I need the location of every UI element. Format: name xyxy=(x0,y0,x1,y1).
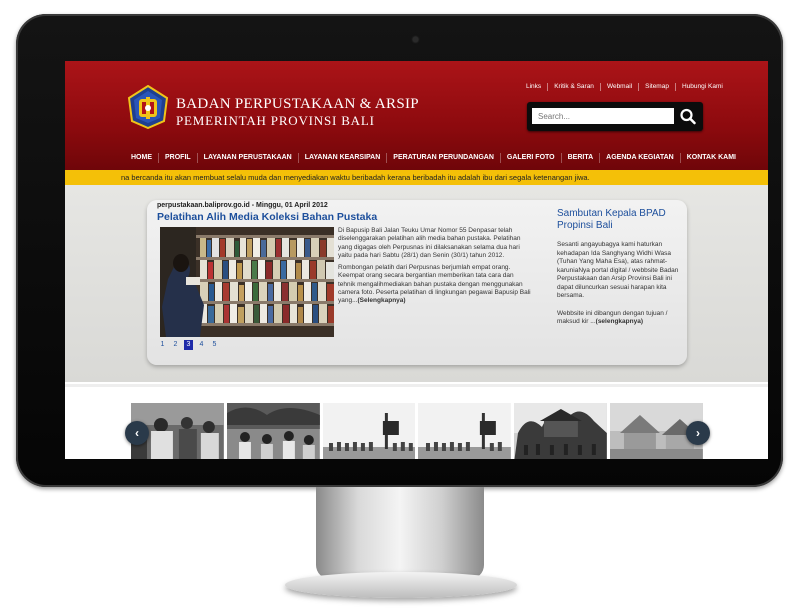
gallery-photo-children[interactable] xyxy=(226,403,320,459)
search-icon[interactable] xyxy=(677,106,699,127)
carousel-prev-button[interactable]: ‹ xyxy=(125,421,149,445)
provincial-crest-icon[interactable] xyxy=(126,85,170,129)
photo-carousel: ‹ › xyxy=(65,384,768,459)
nav-berita[interactable]: BERITA xyxy=(560,153,600,163)
welcome-paragraph-1: Sesanti angayubagya kami haturkan kehada… xyxy=(557,241,679,299)
news-read-more-link[interactable]: (Selengkapnya) xyxy=(358,297,406,304)
link-links[interactable]: Links xyxy=(520,83,547,91)
carousel-track xyxy=(131,403,703,459)
monitor-stand-base xyxy=(285,572,517,598)
news-panel: perpustakaan.baliprov.go.id - Minggu, 01… xyxy=(147,200,687,365)
ticker-text: na bercanda itu akan membuat selalu muda… xyxy=(121,173,590,182)
site-subtitle: PEMERINTAH PROVINSI BALI xyxy=(176,113,375,128)
news-paragraph-1: Di Bapusip Bali Jalan Teuku Umar Nomor 5… xyxy=(338,227,521,259)
monitor-stand-neck xyxy=(316,487,484,579)
news-title[interactable]: Pelatihan Alih Media Koleksi Bahan Pusta… xyxy=(157,211,377,223)
nav-profil[interactable]: PROFIL xyxy=(158,153,197,163)
nav-layanan-kearsipan[interactable]: LAYANAN KEARSIPAN xyxy=(297,153,387,163)
nav-home[interactable]: HOME xyxy=(127,153,158,163)
carousel-next-button[interactable]: › xyxy=(686,421,710,445)
page-4[interactable]: 4 xyxy=(197,340,206,350)
news-body: Di Bapusip Bali Jalan Teuku Umar Nomor 5… xyxy=(338,227,531,310)
search-input[interactable] xyxy=(532,108,674,124)
nav-agenda[interactable]: AGENDA KEGIATAN xyxy=(599,153,680,163)
page-2[interactable]: 2 xyxy=(171,340,180,350)
news-photo[interactable] xyxy=(160,227,334,337)
gallery-photo-field-1[interactable] xyxy=(322,403,416,459)
search-box xyxy=(527,102,703,131)
news-pager: 1 2 3 4 5 xyxy=(158,340,223,350)
welcome-title[interactable]: Sambutan Kepala BPAD Propinsi Bali xyxy=(557,208,682,232)
gallery-photo-field-2[interactable] xyxy=(418,403,512,459)
webcam-icon xyxy=(413,37,418,42)
welcome-paragraph-2: Webbsite ini dibangun dengan tujuan / ma… xyxy=(557,310,682,327)
gallery-photo-temple[interactable] xyxy=(514,403,608,459)
top-links: Links Kritik & Saran Webmail Sitemap Hub… xyxy=(520,83,729,91)
link-hubungi-kami[interactable]: Hubungi Kami xyxy=(674,83,729,91)
link-kritik-saran[interactable]: Kritik & Saran xyxy=(547,83,600,91)
website-screen: BADAN PERPUSTAKAAN & ARSIP PEMERINTAH PR… xyxy=(65,61,768,459)
nav-galeri-foto[interactable]: GALERI FOTO xyxy=(499,153,561,163)
nav-layanan-perpustakaan[interactable]: LAYANAN PERUSTAKAAN xyxy=(196,153,298,163)
news-paragraph-2: Rombongan pelatih dari Perpusnas berjuml… xyxy=(338,264,531,305)
link-sitemap[interactable]: Sitemap xyxy=(638,83,675,91)
main-nav: HOME PROFIL LAYANAN PERUSTAKAAN LAYANAN … xyxy=(127,153,742,163)
page-5[interactable]: 5 xyxy=(210,340,219,350)
link-webmail[interactable]: Webmail xyxy=(599,83,638,91)
welcome-box: Sambutan Kepala BPAD Propinsi Bali Sesan… xyxy=(557,208,682,358)
nav-kontak[interactable]: KONTAK KAMI xyxy=(679,153,742,163)
nav-peraturan[interactable]: PERATURAN PERUNDANGAN xyxy=(386,153,500,163)
news-ticker: na bercanda itu akan membuat selalu muda… xyxy=(65,170,768,185)
news-meta: perpustakaan.baliprov.go.id - Minggu, 01… xyxy=(157,202,328,209)
site-header: BADAN PERPUSTAKAAN & ARSIP PEMERINTAH PR… xyxy=(65,61,768,170)
welcome-read-more-link[interactable]: (selengkapnya) xyxy=(596,318,643,325)
monitor-bezel: BADAN PERPUSTAKAAN & ARSIP PEMERINTAH PR… xyxy=(16,14,783,487)
page-1[interactable]: 1 xyxy=(158,340,167,350)
site-title: BADAN PERPUSTAKAAN & ARSIP xyxy=(176,96,419,112)
page-3-active[interactable]: 3 xyxy=(184,340,193,350)
content-band: perpustakaan.baliprov.go.id - Minggu, 01… xyxy=(65,185,768,382)
